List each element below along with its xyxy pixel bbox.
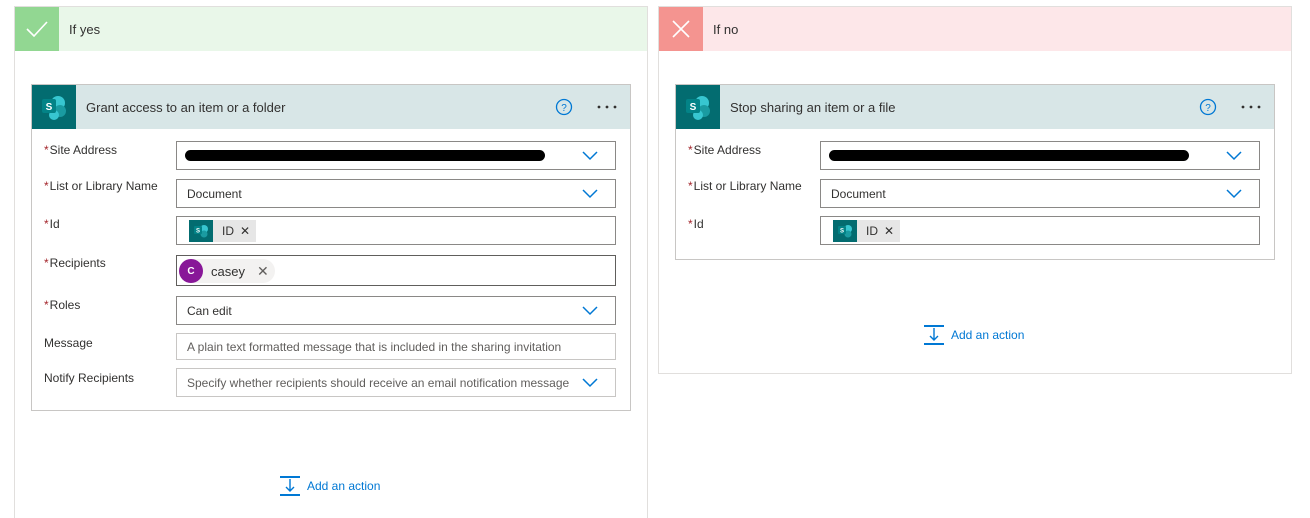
chevron-down-icon[interactable] [582,378,598,388]
list-name-dropdown[interactable]: Document [176,179,616,208]
recipients-input[interactable]: C casey ✕ [176,255,616,286]
branch-yes-header[interactable]: If yes [15,7,647,51]
sharepoint-icon: S [833,220,857,242]
chevron-down-icon[interactable] [582,189,598,199]
field-placeholder: A plain text formatted message that is i… [187,340,562,354]
add-action-label: Add an action [951,328,1025,342]
card-title: Grant access to an item or a folder [86,99,286,115]
redacted-value [829,150,1189,161]
svg-text:?: ? [561,103,567,114]
close-icon[interactable]: ✕ [257,263,269,280]
close-icon[interactable]: ✕ [240,224,250,238]
token-label: ID [866,224,878,238]
card-header[interactable]: S Grant access to an item or a folder ? [32,85,630,129]
notify-recipients-dropdown[interactable]: Specify whether recipients should receiv… [176,368,616,397]
sharepoint-icon: S [676,85,720,129]
branch-no-title: If no [713,21,739,37]
field-label: *Recipients [44,256,106,270]
list-name-dropdown[interactable]: Document [820,179,1260,208]
add-action-icon [924,325,944,345]
redacted-value [185,150,545,161]
field-label: Message [44,336,93,350]
add-action-button[interactable]: Add an action [279,475,380,497]
branch-yes-title: If yes [69,21,101,37]
branch-no-header[interactable]: If no [659,7,1291,51]
dynamic-content-token[interactable]: S ID ✕ [833,220,901,242]
avatar: C [179,259,203,283]
field-label: *Id [688,217,704,231]
sharepoint-icon: S [189,220,213,242]
field-label: *List or Library Name [44,179,158,193]
field-label: *Site Address [688,143,762,157]
add-action-button[interactable]: Add an action [923,324,1024,346]
more-options-icon[interactable] [596,98,618,116]
field-value: Document [187,187,242,201]
person-name: casey [211,263,245,279]
field-label: *List or Library Name [688,179,802,193]
close-icon[interactable]: ✕ [884,224,894,238]
svg-text:S: S [690,102,697,113]
help-icon[interactable]: ? [555,98,573,116]
card-title: Stop sharing an item or a file [730,99,896,115]
field-label: *Id [44,217,60,231]
chevron-down-icon[interactable] [582,306,598,316]
add-action-icon [280,476,300,496]
message-input[interactable]: A plain text formatted message that is i… [176,333,616,360]
field-placeholder: Specify whether recipients should receiv… [187,376,570,390]
id-input[interactable]: S ID ✕ [820,216,1260,245]
chevron-down-icon[interactable] [1226,189,1242,199]
chevron-down-icon[interactable] [582,151,598,161]
add-action-label: Add an action [307,479,381,493]
branch-if-yes: If yes S Grant access to an item or a fo… [14,6,648,518]
help-icon[interactable]: ? [1199,98,1217,116]
svg-text:?: ? [1205,103,1211,114]
svg-text:S: S [46,102,53,113]
roles-dropdown[interactable]: Can edit [176,296,616,325]
site-address-dropdown[interactable] [176,141,616,170]
sharepoint-icon: S [32,85,76,129]
field-label: Notify Recipients [44,371,135,385]
person-chip[interactable]: C casey ✕ [179,259,275,283]
site-address-dropdown[interactable] [820,141,1260,170]
field-label: *Roles [44,298,81,312]
svg-text:S: S [840,229,844,235]
dynamic-content-token[interactable]: S ID ✕ [189,220,257,242]
action-card-grant-access: S Grant access to an item or a folder ? … [31,84,631,411]
field-value: Document [831,187,886,201]
branch-if-no: If no S Stop sharing an item or a file ?… [658,6,1292,374]
card-header[interactable]: S Stop sharing an item or a file ? [676,85,1274,129]
field-label: *Site Address [44,143,118,157]
svg-text:S: S [196,229,200,235]
close-icon [659,7,703,51]
token-label: ID [222,224,234,238]
action-card-stop-sharing: S Stop sharing an item or a file ? *Site… [675,84,1275,260]
id-input[interactable]: S ID ✕ [176,216,616,245]
chevron-down-icon[interactable] [1226,151,1242,161]
more-options-icon[interactable] [1240,98,1262,116]
field-value: Can edit [187,304,232,318]
checkmark-icon [15,7,59,51]
